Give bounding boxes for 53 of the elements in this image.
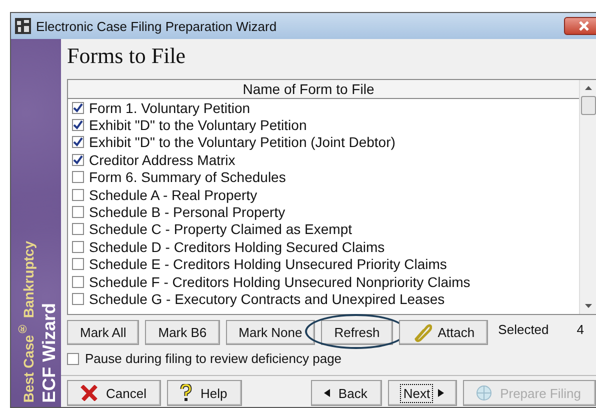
checkbox[interactable]: [72, 240, 84, 253]
right-triangle-icon: [438, 389, 444, 397]
form-name[interactable]: Form 1. Voluntary Petition: [89, 100, 250, 116]
footer-button[interactable]: Back: [311, 380, 382, 406]
checkbox[interactable]: [72, 119, 84, 132]
paperclip-icon: [412, 324, 432, 342]
selected-label: Selected: [498, 322, 549, 337]
app-icon: [15, 18, 31, 34]
left-triangle-icon: [324, 389, 330, 397]
checkbox[interactable]: [72, 188, 84, 201]
checkbox[interactable]: [72, 171, 84, 184]
action-button[interactable]: Mark None: [226, 320, 316, 345]
action-button[interactable]: Mark B6: [145, 320, 220, 345]
action-button[interactable]: Mark All: [67, 320, 140, 345]
checkbox[interactable]: [67, 352, 79, 364]
form-name[interactable]: Form 6. Summary of Schedules: [89, 169, 286, 186]
x-icon: [80, 385, 98, 401]
selected-count: 4: [576, 322, 584, 337]
form-name[interactable]: Exhibit "D" to the Voluntary Petition (Joint Debtor): [89, 134, 396, 150]
globe-icon: [476, 385, 492, 401]
form-name[interactable]: Schedule G - Executory Contracts and Unexpired Leases: [89, 290, 445, 307]
window-title: Electronic Case Filing Preparation Wizard: [36, 18, 278, 34]
action-button[interactable]: Attach: [398, 320, 488, 345]
checkbox[interactable]: [72, 154, 84, 166]
form-name[interactable]: Schedule A - Real Property: [89, 186, 258, 203]
question-mark-icon: [180, 384, 192, 402]
form-name[interactable]: Schedule E - Creditors Holding Unsecured Priority Claims: [89, 256, 447, 272]
action-button[interactable]: Refresh: [321, 320, 393, 345]
checkbox[interactable]: [72, 206, 84, 218]
form-name[interactable]: Schedule D - Creditors Holding Secured Claims: [89, 238, 385, 255]
checkbox[interactable]: [72, 258, 84, 270]
form-name[interactable]: Creditor Address Matrix: [89, 152, 236, 168]
close-icon: [578, 21, 590, 31]
checkbox[interactable]: [72, 223, 84, 236]
product-title: ECF Wizard: [38, 303, 59, 403]
scroll-up-icon[interactable]: [584, 86, 592, 90]
footer-button[interactable]: Cancel: [67, 380, 162, 406]
column-header[interactable]: Name of Form to File: [68, 80, 579, 99]
form-name[interactable]: Schedule F - Creditors Holding Unsecured Nonpriority Claims: [89, 274, 470, 290]
form-name[interactable]: Schedule C - Property Claimed as Exempt: [89, 221, 352, 238]
checkbox[interactable]: [72, 276, 84, 288]
scroll-down-icon[interactable]: [584, 304, 592, 308]
form-name[interactable]: Schedule B - Personal Property: [89, 204, 286, 220]
pause-label[interactable]: Pause during filing to review deficiency page: [85, 351, 342, 366]
footer-button[interactable]: Next: [388, 380, 458, 406]
checkbox[interactable]: [72, 292, 84, 305]
footer-button[interactable]: Help: [167, 380, 242, 406]
close-button[interactable]: [564, 17, 596, 35]
page-heading: Forms to File: [67, 43, 187, 69]
checkbox[interactable]: [72, 136, 84, 148]
scroll-thumb[interactable]: [580, 96, 596, 115]
checkbox[interactable]: [72, 102, 84, 114]
form-name[interactable]: Exhibit "D" to the Voluntary Petition: [89, 117, 307, 134]
